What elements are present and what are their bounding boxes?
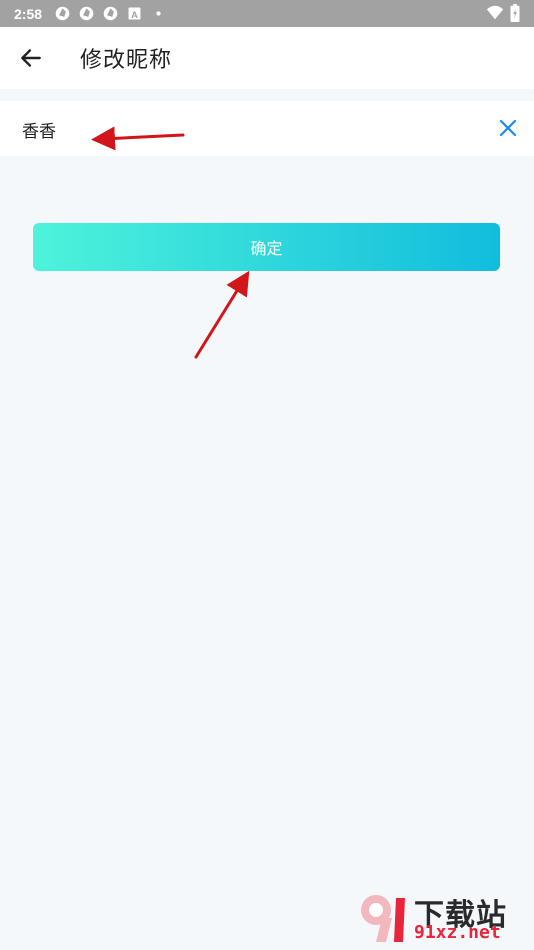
battery-icon [510,4,520,22]
aperture-icon [103,6,118,21]
aperture-icon [79,6,94,21]
close-icon[interactable] [498,118,518,138]
status-right [486,4,520,22]
watermark: 下载站 91xz.net [356,890,526,946]
page-title: 修改昵称 [80,48,173,73]
watermark-logo-icon [361,895,405,942]
svg-text:A: A [131,10,138,20]
arrow-left-icon[interactable] [18,45,44,71]
watermark-domain: 91xz.net [414,922,501,943]
nickname-input[interactable] [22,111,462,147]
a-box-icon: A [128,7,141,20]
toolbar: 修改昵称 [0,27,534,89]
status-time: 2:58 [14,5,43,22]
dot-icon [156,11,161,16]
status-bar: 2:58 A [0,0,534,27]
arrow-to-button [194,270,250,359]
wifi-icon [486,5,504,20]
confirm-button[interactable]: 确定 [33,223,500,271]
notification-icons: A [54,5,167,22]
aperture-icon [55,6,70,21]
nickname-row [0,101,534,156]
